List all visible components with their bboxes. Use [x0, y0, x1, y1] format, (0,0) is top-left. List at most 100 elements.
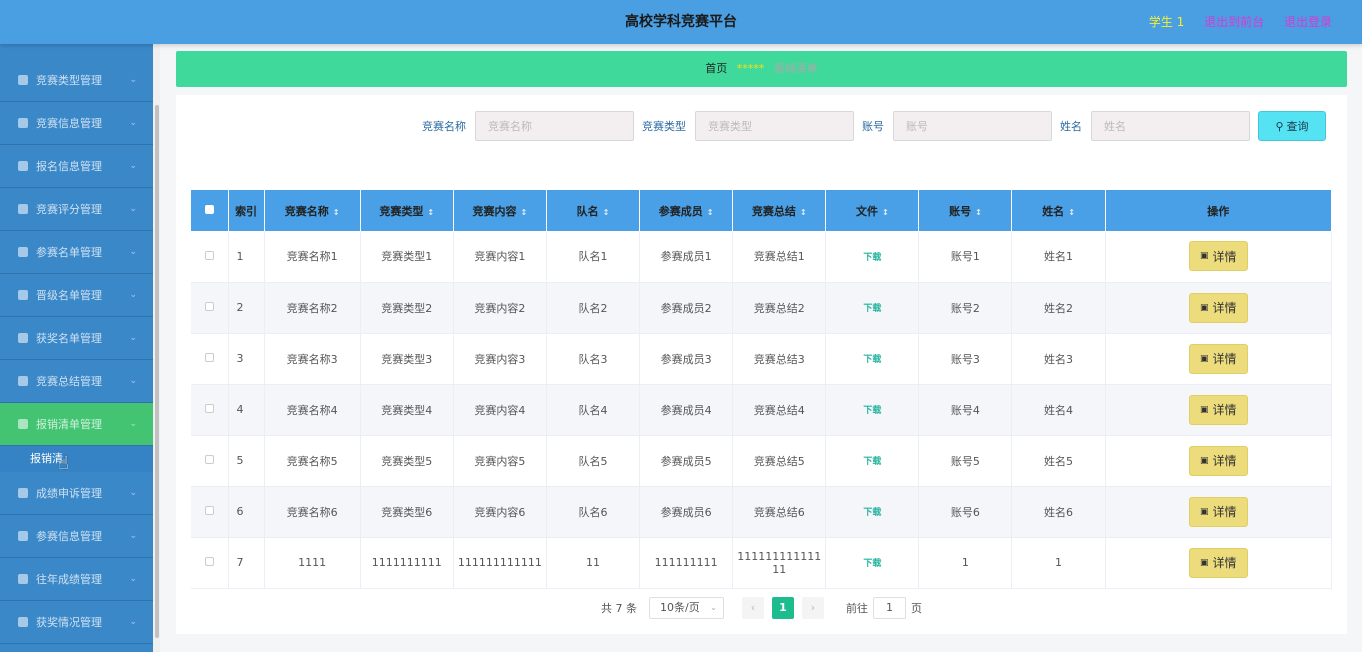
sort-icon[interactable]: ↕	[882, 208, 889, 217]
table-row[interactable]: 5 竞赛名称5 竞赛类型5 竞赛内容5 队名5 参赛成员5 竞赛总结5 下载 账号5 姓名5 ▣ 详情	[191, 435, 1333, 487]
breadcrumb: 首页 ***** 报销清单	[176, 51, 1347, 87]
competition-name-input[interactable]	[475, 111, 634, 141]
cell-content: 竞赛内容4	[453, 384, 547, 436]
column-header-label: 队名	[576, 204, 599, 218]
row-select-cell	[191, 435, 229, 487]
printer-icon	[18, 333, 28, 343]
sidebar-item-4[interactable]: 参赛名单管理 ⌄	[0, 231, 153, 274]
sidebar-scrollbar-thumb[interactable]	[155, 105, 159, 638]
detail-button[interactable]: ▣ 详情	[1188, 292, 1248, 323]
sidebar-item-11[interactable]: 往年成绩管理 ⌄	[0, 558, 153, 601]
table-row[interactable]: 2 竞赛名称2 竞赛类型2 竞赛内容2 队名2 参赛成员2 竞赛总结2 下载 账号2 姓名2 ▣ 详情	[191, 282, 1333, 334]
sort-icon[interactable]: ↕	[427, 208, 434, 217]
back-to-front-link[interactable]: 退出到前台	[1204, 15, 1264, 29]
sort-icon[interactable]: ↕	[975, 208, 982, 217]
download-link[interactable]: 下载	[863, 355, 881, 365]
row-checkbox[interactable]	[204, 404, 214, 413]
column-header[interactable]: 操作	[1105, 190, 1333, 231]
sort-icon[interactable]: ↕	[1068, 208, 1075, 217]
prev-page-button[interactable]: ‹	[742, 597, 764, 619]
table-row[interactable]: 1 竞赛名称1 竞赛类型1 竞赛内容1 队名1 参赛成员1 竞赛总结1 下载 账号1 姓名1 ▣ 详情	[191, 231, 1333, 283]
next-page-button[interactable]: ›	[802, 597, 824, 619]
cell-account: 账号4	[918, 384, 1013, 436]
document-icon: ▣	[1200, 557, 1209, 568]
sidebar-item-12[interactable]: 获奖情况管理 ⌄	[0, 601, 153, 644]
row-checkbox[interactable]	[204, 302, 214, 311]
cell-type: 竞赛类型2	[360, 282, 454, 334]
download-link[interactable]: 下载	[863, 508, 881, 518]
chevron-down-icon: ⌄	[129, 118, 137, 128]
sidebar-item-8[interactable]: 报销清单管理 ⌄	[0, 403, 153, 446]
realname-input[interactable]	[1091, 111, 1250, 141]
detail-button[interactable]: ▣ 详情	[1188, 394, 1248, 425]
sort-icon[interactable]: ↕	[333, 208, 340, 217]
page-number-current[interactable]: 1	[772, 597, 794, 619]
column-header[interactable]: 索引	[228, 190, 265, 231]
sidebar-item-7[interactable]: 竞赛总结管理 ⌄	[0, 360, 153, 403]
table-row[interactable]: 6 竞赛名称6 竞赛类型6 竞赛内容6 队名6 参赛成员6 竞赛总结6 下载 账号6 姓名6 ▣ 详情	[191, 486, 1333, 538]
data-table: 索引 竞赛名称 ↕ 竞赛类型 ↕ 竞赛内容 ↕ 队名 ↕ 参赛成员 ↕ 竞赛总结 ↕ 文件 ↕ 账号 ↕ 姓名 ↕ 操…	[191, 190, 1333, 589]
logout-link[interactable]: 退出登录	[1284, 15, 1332, 29]
sidebar-item-9[interactable]: 成绩申诉管理 ⌄	[0, 472, 153, 515]
column-header[interactable]: 竞赛类型 ↕	[360, 190, 454, 231]
sidebar-item-label: 竞赛类型管理	[36, 74, 102, 87]
column-header[interactable]: 竞赛总结 ↕	[732, 190, 827, 231]
sort-icon[interactable]: ↕	[800, 208, 807, 217]
row-checkbox[interactable]	[204, 557, 214, 566]
goto-label: 前往	[846, 602, 868, 615]
row-select-cell	[191, 333, 229, 385]
select-all-checkbox[interactable]	[204, 205, 214, 214]
sort-icon[interactable]: ↕	[521, 208, 528, 217]
column-header[interactable]: 队名 ↕	[546, 190, 641, 231]
download-link[interactable]: 下载	[863, 253, 881, 263]
cell-realname: 姓名6	[1011, 486, 1106, 538]
download-link[interactable]: 下载	[863, 304, 881, 314]
sidebar-subitem[interactable]: 报销清 ☝	[0, 446, 153, 474]
cell-content: 111111111111	[453, 537, 547, 589]
query-button[interactable]: ⚲ 查询	[1258, 111, 1326, 141]
sidebar-item-2[interactable]: 报名信息管理 ⌄	[0, 145, 153, 188]
detail-button[interactable]: ▣ 详情	[1188, 496, 1248, 527]
sidebar-item-6[interactable]: 获奖名单管理 ⌄	[0, 317, 153, 360]
detail-button[interactable]: ▣ 详情	[1188, 547, 1248, 578]
row-select-cell	[191, 282, 229, 334]
query-button-label: 查询	[1286, 120, 1309, 133]
row-checkbox[interactable]	[204, 250, 214, 260]
column-header[interactable]: 竞赛内容 ↕	[453, 190, 547, 231]
document-icon: ▣	[1200, 506, 1209, 517]
sort-icon[interactable]: ↕	[707, 208, 714, 217]
column-header[interactable]: 账号 ↕	[918, 190, 1013, 231]
account-input[interactable]	[893, 111, 1052, 141]
competition-type-input[interactable]	[695, 111, 854, 141]
detail-button[interactable]: ▣ 详情	[1188, 241, 1248, 272]
page-size-select[interactable]: 10条/页 ⌄	[649, 597, 724, 619]
table-row[interactable]: 3 竞赛名称3 竞赛类型3 竞赛内容3 队名3 参赛成员3 竞赛总结3 下载 账号3 姓名3 ▣ 详情	[191, 333, 1333, 385]
column-header[interactable]: 姓名 ↕	[1011, 190, 1106, 231]
sidebar-item-1[interactable]: 竞赛信息管理 ⌄	[0, 102, 153, 145]
download-link[interactable]: 下载	[863, 559, 881, 569]
column-header[interactable]: 文件 ↕	[825, 190, 920, 231]
chevron-left-icon: ‹	[750, 601, 756, 614]
column-header-label: 文件	[855, 204, 878, 218]
goto-page-input[interactable]: 1	[873, 597, 906, 619]
column-header[interactable]: 参赛成员 ↕	[639, 190, 734, 231]
sort-icon[interactable]: ↕	[603, 208, 610, 217]
sidebar-item-label: 报名信息管理	[36, 160, 102, 173]
download-link[interactable]: 下载	[863, 457, 881, 467]
download-link[interactable]: 下载	[863, 406, 881, 416]
detail-button[interactable]: ▣ 详情	[1188, 343, 1248, 374]
row-checkbox[interactable]	[204, 455, 214, 464]
sidebar-item-3[interactable]: 竞赛评分管理 ⌄	[0, 188, 153, 231]
column-header[interactable]: 竞赛名称 ↕	[264, 190, 361, 231]
row-checkbox[interactable]	[204, 353, 214, 362]
table-row[interactable]: 7 1111 1111111111 111111111111 11 111111111 11…	[191, 537, 1333, 589]
sidebar-item-5[interactable]: 晋级名单管理 ⌄	[0, 274, 153, 317]
row-checkbox[interactable]	[204, 506, 214, 515]
sidebar-item-10[interactable]: 参赛信息管理 ⌄	[0, 515, 153, 558]
table-row[interactable]: 4 竞赛名称4 竞赛类型4 竞赛内容4 队名4 参赛成员4 竞赛总结4 下载 账号4 姓名4 ▣ 详情	[191, 384, 1333, 436]
sidebar-item-0[interactable]: 竞赛类型管理 ⌄	[0, 59, 153, 102]
detail-button[interactable]: ▣ 详情	[1188, 445, 1248, 476]
cell-file: 下载	[825, 282, 920, 334]
breadcrumb-home[interactable]: 首页	[705, 62, 727, 75]
competition-name-label: 竞赛名称	[422, 120, 466, 133]
